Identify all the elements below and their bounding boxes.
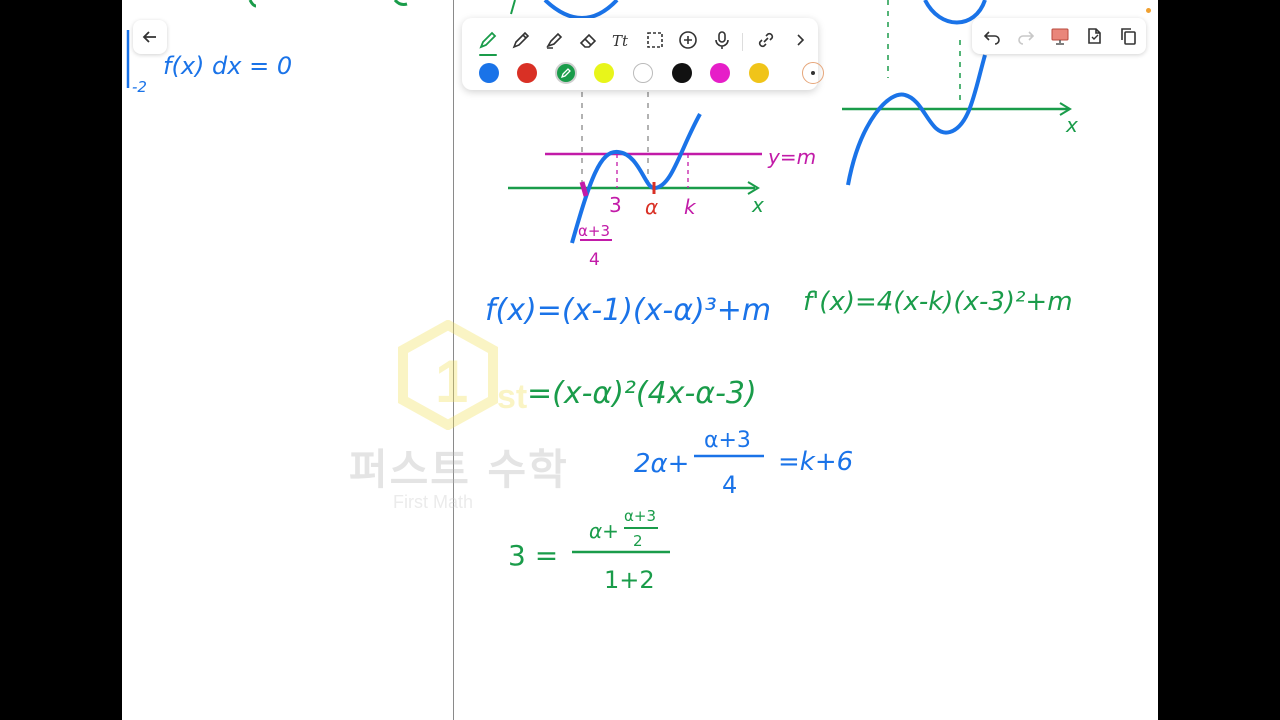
color-swatch-white[interactable]: [633, 63, 653, 83]
tool-text[interactable]: Tt: [607, 26, 635, 54]
text-icon: Tt: [612, 32, 629, 50]
highlighter-icon: [546, 32, 563, 49]
watermark: 1 st 퍼스트 수학 First Math: [345, 320, 567, 520]
tool-lasso[interactable]: [641, 26, 669, 54]
toolbar-separator: [742, 33, 743, 51]
undo-icon: [983, 31, 1000, 45]
root-3-label: 3: [609, 193, 622, 217]
pen-indicator-icon: [560, 68, 571, 79]
redo-icon: [1018, 31, 1035, 45]
graph-top-curve: [543, 0, 619, 20]
color-picker-button[interactable]: [802, 62, 824, 84]
x-axis-label: x: [751, 193, 764, 217]
tool-link[interactable]: [752, 26, 780, 54]
notification-dot: [1146, 8, 1151, 13]
tool-add[interactable]: [674, 26, 702, 54]
color-swatch-black[interactable]: [672, 63, 692, 83]
color-swatch-magenta[interactable]: [710, 63, 730, 83]
dot-icon: [811, 71, 815, 75]
tool-eraser[interactable]: [574, 26, 602, 54]
copy-icon: [1121, 28, 1136, 45]
right-curve: [846, 54, 987, 186]
root-num: α+3: [578, 222, 610, 240]
present-icon: [1051, 28, 1069, 45]
logo-hexagon-icon: 1: [398, 320, 498, 430]
tool-pencil[interactable]: [507, 26, 535, 54]
pencil-icon: [512, 31, 530, 49]
pages-icon: [1088, 28, 1101, 44]
line-label: y=m: [767, 145, 816, 169]
page-toolbar: [972, 18, 1146, 54]
tool-highlighter[interactable]: [540, 26, 568, 54]
svg-text:1: 1: [435, 348, 468, 415]
right-axis-label: x: [1065, 113, 1078, 137]
copy-button[interactable]: [1114, 22, 1142, 50]
watermark-korean: 퍼스트 수학: [349, 445, 569, 494]
equation-three-frac-top: α+3: [624, 507, 656, 525]
lower-limit: -2: [132, 78, 147, 96]
equation-three-left: 3 =: [508, 539, 558, 572]
svg-text:Tt: Tt: [612, 32, 629, 50]
plus-circle-icon: [679, 31, 697, 49]
tool-pen[interactable]: [474, 26, 502, 56]
watermark-english: First Math: [393, 492, 474, 512]
equation-sum-left: 2α+: [634, 449, 689, 479]
drawing-toolbar: Tt: [462, 18, 824, 90]
handwriting-layer: -2 f(x) dx = 0 x y=m 3 α k α+3 4 x f(x)=…: [126, 0, 1078, 594]
redo-button[interactable]: [1012, 22, 1040, 50]
eraser-icon: [579, 33, 597, 48]
tool-microphone[interactable]: [708, 26, 736, 54]
lasso-icon: [647, 32, 663, 48]
chevron-right-icon: [797, 34, 805, 46]
equation-three-num: α+: [589, 519, 619, 543]
color-swatch-red[interactable]: [517, 63, 537, 83]
mic-icon: [715, 31, 729, 49]
color-swatch-blue[interactable]: [479, 63, 499, 83]
tool-row: Tt: [462, 24, 818, 56]
equation-sum-num: α+3: [704, 428, 751, 453]
pages-button[interactable]: [1080, 22, 1108, 50]
equation-sum-den: 4: [722, 471, 737, 499]
color-palette: [462, 62, 824, 86]
root-den: 4: [589, 250, 600, 270]
pen-icon: [479, 31, 497, 49]
k-label: k: [684, 195, 697, 219]
equation-three-frac-bot: 2: [633, 532, 643, 550]
link-icon: [758, 32, 774, 48]
color-swatch-yellow-green[interactable]: [594, 63, 614, 83]
arrow-left-icon: [142, 31, 156, 43]
present-button[interactable]: [1046, 22, 1074, 50]
equation-three-den: 1+2: [604, 566, 655, 594]
equation-fprime: f'(x)=4(x-k)(x-3)²+m: [803, 287, 1073, 317]
color-swatch-green[interactable]: [555, 62, 577, 84]
undo-button[interactable]: [978, 22, 1006, 50]
color-swatch-yellow[interactable]: [749, 63, 769, 83]
ink-fragment: [248, 0, 408, 8]
back-button[interactable]: [133, 20, 167, 54]
tool-more[interactable]: [786, 26, 814, 54]
equation-sum-right: =k+6: [778, 447, 853, 477]
integral-expression: f(x) dx = 0: [163, 52, 292, 80]
alpha-label: α: [645, 195, 658, 219]
watermark-logo-text: st: [497, 378, 528, 416]
